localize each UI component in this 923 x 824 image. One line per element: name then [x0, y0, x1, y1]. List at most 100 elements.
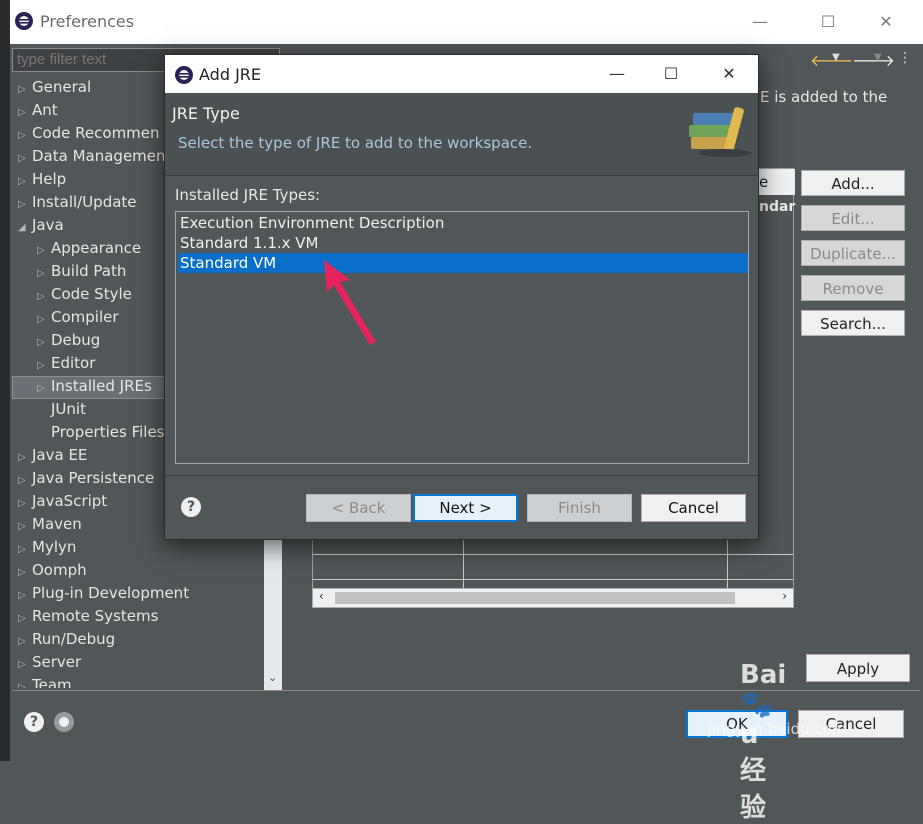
tree-item[interactable]: ▷ Java Persistence — [18, 467, 154, 490]
tree-item[interactable]: ▷ General — [18, 76, 91, 99]
tree-item[interactable]: ▷ Build Path — [37, 260, 126, 283]
expand-icon[interactable]: ▷ — [37, 354, 51, 377]
tree-item[interactable]: ▷ Ant — [18, 99, 58, 122]
dropdown-icon[interactable]: ▼ — [832, 52, 840, 63]
expand-icon[interactable]: ▷ — [18, 630, 32, 653]
tree-item[interactable]: ▷ Oomph — [18, 559, 87, 582]
view-menu-icon[interactable]: ⋮ — [898, 50, 912, 66]
expand-icon[interactable]: ▷ — [18, 170, 32, 193]
expand-icon[interactable]: ▷ — [18, 561, 32, 584]
expand-icon[interactable]: ▷ — [18, 446, 32, 469]
search-button[interactable]: Search... — [801, 310, 905, 336]
expand-icon[interactable]: ▷ — [37, 239, 51, 262]
tree-item[interactable]: Properties Files — [37, 421, 165, 444]
tree-item-label: Java EE — [32, 446, 88, 464]
expand-icon[interactable]: ▷ — [18, 676, 32, 688]
tree-item[interactable]: ▷ Plug-in Development — [18, 582, 189, 605]
tree-item[interactable]: ▷ Data Managemen — [18, 145, 166, 168]
help-icon[interactable]: ? — [181, 497, 201, 517]
tree-item-label: Ant — [32, 101, 58, 119]
maximize-button[interactable]: ☐ — [808, 8, 848, 36]
close-button[interactable]: ✕ — [709, 60, 749, 88]
eclipse-icon — [15, 12, 33, 30]
cancel-button[interactable]: Cancel — [641, 494, 746, 522]
tree-item[interactable]: ▷ Help — [18, 168, 66, 191]
expand-icon[interactable]: ▷ — [18, 653, 32, 676]
dropdown-icon[interactable]: ▼ — [874, 52, 882, 63]
scroll-left-icon[interactable]: ‹ — [319, 589, 324, 603]
remove-button[interactable]: Remove — [801, 275, 905, 301]
expand-icon[interactable]: ▷ — [37, 308, 51, 331]
table-hscrollbar[interactable]: ‹ › — [312, 588, 794, 608]
expand-icon[interactable]: ▷ — [18, 147, 32, 170]
tree-item[interactable]: ▷ Mylyn — [18, 536, 76, 559]
expand-icon[interactable]: ▷ — [37, 285, 51, 308]
tree-item[interactable]: ▷ Run/Debug — [18, 628, 115, 651]
tree-item[interactable]: ◢ Java — [18, 214, 64, 237]
preferences-io-icon[interactable] — [54, 712, 74, 732]
tree-item[interactable]: ▷ Remote Systems — [18, 605, 158, 628]
jre-type-item[interactable]: Standard VM — [178, 253, 748, 273]
add-button[interactable]: Add... — [801, 170, 905, 196]
tree-scrollbar[interactable]: ⌄ — [264, 538, 282, 690]
expand-icon[interactable]: ▷ — [18, 492, 32, 515]
expand-icon[interactable]: ▷ — [18, 538, 32, 561]
tree-item[interactable]: ▷ Server — [18, 651, 81, 674]
expand-icon[interactable]: ▷ — [18, 78, 32, 101]
back-button[interactable]: < Back — [306, 494, 411, 522]
tree-item-label: Remote Systems — [32, 607, 159, 625]
help-icon[interactable]: ? — [24, 712, 44, 732]
finish-button[interactable]: Finish — [527, 494, 632, 522]
tree-item-label: Installed JREs — [51, 377, 152, 395]
tree-item[interactable]: ▷ Debug — [37, 329, 100, 352]
wizard-heading: JRE Type — [172, 104, 240, 123]
footer-separator — [165, 475, 758, 476]
expand-icon[interactable]: ▷ — [18, 124, 32, 147]
apply-button[interactable]: Apply — [806, 654, 910, 682]
watermark-url: jingyan.baidu.com — [708, 720, 847, 738]
tree-item[interactable]: ▷ Installed JREs — [37, 375, 152, 398]
page-description: E is added to the — [760, 88, 888, 106]
tree-item[interactable]: ▷ JavaScript — [18, 490, 107, 513]
expand-icon[interactable]: ▷ — [37, 262, 51, 285]
jre-type-item[interactable]: Execution Environment Description — [178, 213, 748, 233]
tree-item-label: JUnit — [51, 400, 86, 418]
expand-icon[interactable]: ▷ — [18, 607, 32, 630]
tree-item[interactable]: ▷ Compiler — [37, 306, 119, 329]
tree-item[interactable]: ▷ Appearance — [37, 237, 141, 260]
tree-item[interactable]: ▷ Editor — [37, 352, 95, 375]
tree-item[interactable]: ▷ Java EE — [18, 444, 87, 467]
expand-icon[interactable]: ▷ — [18, 469, 32, 492]
minimize-button[interactable]: — — [597, 60, 637, 88]
add-jre-dialog: Add JRE — ☐ ✕ JRE Type Select the type o… — [164, 54, 759, 540]
tree-item-label: Appearance — [51, 239, 142, 257]
scroll-thumb[interactable] — [335, 592, 735, 604]
edit-button[interactable]: Edit... — [801, 205, 905, 231]
expand-icon[interactable]: ▷ — [18, 584, 32, 607]
tree-item[interactable]: ▷ Code Style — [37, 283, 132, 306]
jre-type-item[interactable]: Standard 1.1.x VM — [178, 233, 748, 253]
tree-item[interactable]: ▷ Maven — [18, 513, 82, 536]
tree-item[interactable]: ▷ Install/Update — [18, 191, 137, 214]
close-button[interactable]: ✕ — [866, 8, 906, 36]
preferences-titlebar: Preferences — ☐ ✕ — [0, 0, 923, 44]
expand-icon[interactable]: ▷ — [37, 331, 51, 354]
jre-types-list[interactable]: Execution Environment Description Standar… — [175, 211, 749, 464]
scroll-right-icon[interactable]: › — [782, 589, 787, 603]
expand-icon[interactable]: ▷ — [18, 101, 32, 124]
expand-icon[interactable]: ▷ — [37, 377, 51, 400]
expand-icon[interactable]: ▷ — [18, 515, 32, 538]
expand-icon[interactable]: ▷ — [18, 193, 32, 216]
dialog-titlebar: Add JRE — ☐ ✕ — [165, 55, 758, 93]
scroll-down-icon[interactable]: ⌄ — [268, 671, 277, 684]
next-button[interactable]: Next > — [413, 494, 518, 522]
tree-item[interactable]: ▷ Team — [18, 674, 72, 688]
collapse-icon[interactable]: ◢ — [18, 216, 32, 239]
minimize-button[interactable]: — — [740, 8, 780, 36]
annotation-arrow-icon — [324, 260, 376, 345]
maximize-button[interactable]: ☐ — [651, 60, 691, 88]
tree-item[interactable]: JUnit — [37, 398, 86, 421]
duplicate-button[interactable]: Duplicate... — [801, 240, 905, 266]
tree-item[interactable]: ▷ Code Recommen — [18, 122, 160, 145]
table-divider — [313, 554, 793, 555]
